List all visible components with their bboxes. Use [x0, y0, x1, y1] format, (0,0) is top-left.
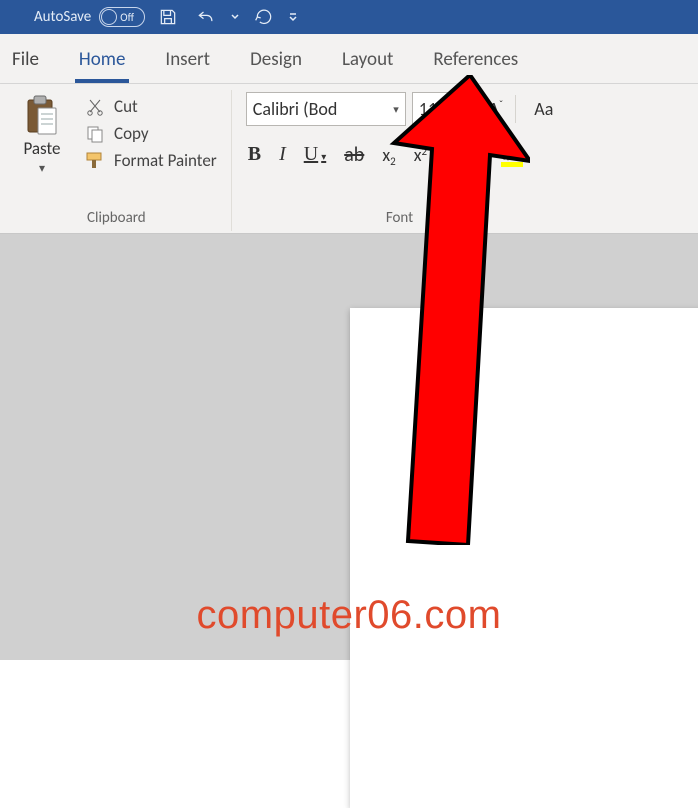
- subscript-button[interactable]: x2: [380, 142, 397, 168]
- italic-button[interactable]: I: [277, 141, 288, 168]
- chevron-down-icon: ▾: [393, 103, 399, 116]
- cut-label: Cut: [114, 96, 138, 117]
- qat-customize[interactable]: [287, 2, 299, 32]
- title-bar: AutoSave Off: [0, 0, 698, 34]
- redo-button[interactable]: [249, 2, 279, 32]
- format-painter-icon: [84, 151, 106, 171]
- tab-home[interactable]: Home: [77, 38, 128, 79]
- font-size-combo[interactable]: 11 ▾: [412, 92, 458, 126]
- separator: [443, 143, 444, 167]
- font-family-value: Calibri (Bod: [253, 98, 338, 120]
- underline-button[interactable]: U▾: [302, 141, 328, 168]
- tab-design[interactable]: Design: [248, 38, 304, 79]
- undo-dropdown[interactable]: [229, 2, 241, 32]
- clipboard-group-label: Clipboard: [12, 203, 221, 227]
- autosave-label: AutoSave: [34, 8, 91, 26]
- paste-icon: [24, 94, 60, 136]
- bold-button[interactable]: B: [246, 141, 263, 168]
- text-effects-button[interactable]: A▾: [458, 141, 483, 168]
- group-clipboard: Paste ▾ Cut Copy: [8, 90, 232, 231]
- ribbon: Paste ▾ Cut Copy: [0, 84, 698, 234]
- cut-icon: [84, 97, 106, 117]
- separator: [515, 95, 516, 123]
- grow-font-button[interactable]: Aˆ: [470, 98, 485, 120]
- paste-label: Paste: [24, 138, 61, 159]
- watermark-text: computer06.com: [0, 593, 698, 638]
- copy-button[interactable]: Copy: [84, 123, 217, 144]
- font-group-label: Font: [246, 203, 554, 227]
- change-case-button[interactable]: Aa: [534, 98, 553, 120]
- group-font: Calibri (Bod ▾ 11 ▾ Aˆ Aˇ Aa B: [232, 90, 562, 231]
- paste-button[interactable]: Paste ▾: [12, 92, 72, 203]
- paste-dropdown-icon: ▾: [39, 161, 45, 176]
- superscript-button[interactable]: x2: [412, 142, 429, 168]
- highlight-button[interactable]: [498, 140, 526, 169]
- copy-icon: [84, 124, 106, 144]
- chevron-down-icon: ▾: [445, 103, 451, 116]
- tab-references[interactable]: References: [431, 38, 520, 79]
- shrink-font-button[interactable]: Aˇ: [489, 98, 504, 120]
- save-button[interactable]: [153, 2, 183, 32]
- format-painter-button[interactable]: Format Painter: [84, 150, 217, 171]
- ribbon-tabs: File Home Insert Design Layout Reference…: [0, 34, 698, 84]
- toggle-off-label: Off: [120, 11, 134, 24]
- autosave-toggle[interactable]: Off: [99, 7, 145, 27]
- format-painter-label: Format Painter: [114, 150, 217, 171]
- strikethrough-button[interactable]: ab: [342, 141, 366, 169]
- cut-button[interactable]: Cut: [84, 96, 217, 117]
- font-family-combo[interactable]: Calibri (Bod ▾: [246, 92, 406, 126]
- copy-label: Copy: [114, 123, 149, 144]
- undo-button[interactable]: [191, 2, 221, 32]
- highlight-icon: [500, 142, 524, 162]
- highlight-color-swatch: [501, 162, 523, 167]
- toggle-knob: [101, 9, 117, 25]
- tab-insert[interactable]: Insert: [163, 38, 212, 79]
- document-page[interactable]: [350, 308, 698, 808]
- tab-file[interactable]: File: [10, 38, 41, 79]
- font-size-value: 11: [419, 98, 437, 120]
- tab-layout[interactable]: Layout: [340, 38, 395, 79]
